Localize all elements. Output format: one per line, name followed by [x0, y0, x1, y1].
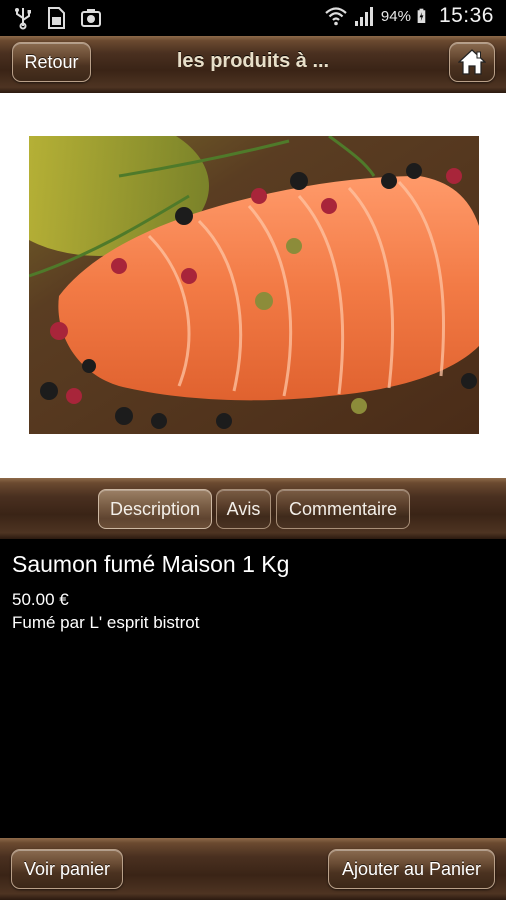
home-icon [458, 49, 486, 75]
battery-percent: 94% [380, 7, 411, 25]
status-bar: 94% 15:36 [0, 0, 506, 36]
page-title: les produits à ... [176, 50, 330, 72]
product-details: Saumon fumé Maison 1 Kg 50.00 € Fumé par… [0, 539, 506, 838]
home-button[interactable] [449, 42, 495, 82]
product-price: 50.00 € [12, 590, 69, 609]
product-name: Saumon fumé Maison 1 Kg [12, 551, 290, 577]
tab-bar: Description Avis Commentaire [0, 478, 506, 539]
back-button[interactable]: Retour [12, 42, 91, 82]
image-area [0, 93, 506, 478]
sim-icon [48, 7, 65, 29]
tab-avis[interactable]: Avis [216, 489, 271, 529]
usb-icon [15, 8, 31, 30]
battery-charging-icon [417, 8, 426, 23]
add-to-cart-button[interactable]: Ajouter au Panier [328, 849, 495, 889]
clock: 15:36 [438, 4, 494, 27]
salmon-photo [29, 136, 479, 434]
salmon-image [29, 136, 479, 434]
header-bar: Retour les produits à ... [0, 36, 506, 93]
tab-commentaire[interactable]: Commentaire [276, 489, 410, 529]
view-cart-button[interactable]: Voir panier [11, 849, 123, 889]
signal-icon [354, 7, 373, 26]
wifi-icon [325, 7, 347, 26]
screenshot-icon [81, 9, 101, 27]
tab-description[interactable]: Description [98, 489, 212, 529]
system-status: 94% 15:36 [325, 4, 494, 28]
notification-icons [12, 6, 102, 30]
product-description: Fumé par L' esprit bistrot [12, 613, 200, 632]
footer-bar: Voir panier Ajouter au Panier [0, 838, 506, 900]
